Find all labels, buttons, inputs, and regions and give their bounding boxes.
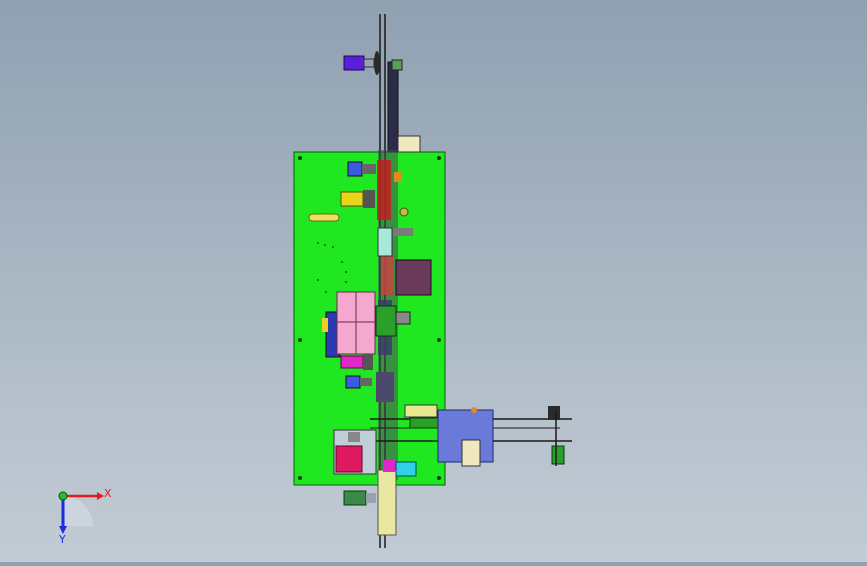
assembly-drawing: X Y <box>58 14 572 548</box>
motor-yellow[interactable] <box>340 190 375 208</box>
orange-block <box>394 172 402 182</box>
motor-magenta[interactable] <box>340 354 373 370</box>
yellow-knob <box>399 207 409 217</box>
cyan-cube[interactable] <box>395 461 417 477</box>
coordinate-triad <box>58 491 104 534</box>
motor-green-bottom[interactable] <box>343 490 376 506</box>
x-axis-label: X <box>104 487 112 500</box>
motor-red[interactable] <box>333 429 377 475</box>
cream-bracket <box>461 439 481 467</box>
right-pulley[interactable] <box>548 406 565 466</box>
cyan-guide <box>377 227 393 257</box>
small-cylinder <box>395 311 411 325</box>
yellow-slot <box>308 213 340 222</box>
cad-viewport[interactable]: X Y <box>0 0 867 562</box>
green-block <box>375 305 397 337</box>
guide-bracket <box>393 228 413 236</box>
motor-blue-1[interactable] <box>347 161 376 177</box>
y-axis-label: Y <box>58 533 66 546</box>
gearbox-housing[interactable] <box>395 259 432 296</box>
cylinder-top[interactable] <box>397 135 421 153</box>
orange-pin <box>471 407 477 413</box>
dark-block <box>376 372 394 402</box>
pink-cube <box>383 460 395 472</box>
